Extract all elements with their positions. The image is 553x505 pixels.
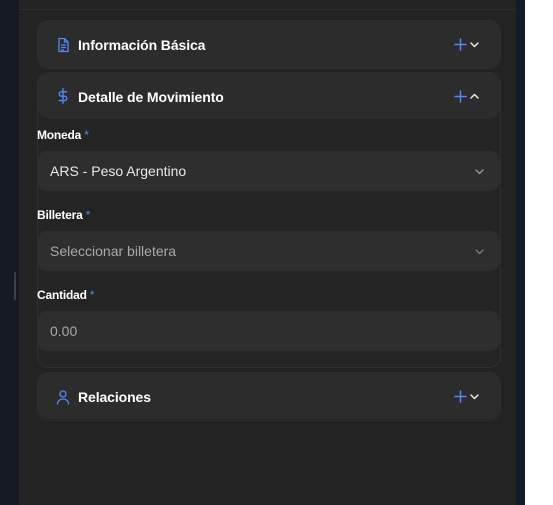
section-movement-detail: Detalle de Movimiento Moneda * ARS - Pes… (37, 72, 501, 368)
plus-icon[interactable] (454, 390, 467, 403)
section-basic-info-title: Información Básica (78, 37, 206, 53)
document-icon (58, 37, 69, 53)
wallet-select[interactable]: Seleccionar billetera (37, 231, 500, 271)
wallet-label: Billetera * (37, 208, 91, 222)
divider (19, 9, 516, 10)
dollar-icon (58, 88, 68, 104)
section-relations-title: Relaciones (78, 389, 151, 405)
plus-icon[interactable] (454, 38, 467, 51)
chevron-down-icon (475, 249, 484, 255)
currency-select-value: ARS - Peso Argentino (50, 163, 187, 179)
chevron-down-icon[interactable] (469, 391, 480, 402)
currency-label: Moneda * (37, 128, 89, 142)
left-sidebar-edge (0, 0, 19, 505)
amount-label: Cantidad * (37, 288, 95, 302)
section-basic-info: Información Básica (37, 20, 501, 69)
chevron-down-icon (475, 169, 484, 175)
user-icon (56, 390, 70, 405)
chevron-up-icon[interactable] (469, 91, 480, 102)
section-relations-header[interactable]: Relaciones (38, 373, 500, 419)
resize-handle[interactable] (14, 272, 16, 300)
plus-icon[interactable] (454, 90, 467, 103)
right-edge (516, 0, 525, 505)
required-mark: * (84, 128, 89, 142)
chevron-down-icon[interactable] (469, 39, 480, 50)
form-panel: Información Básica Detalle de Movimiento (19, 0, 516, 505)
amount-input[interactable]: 0.00 (37, 311, 500, 351)
section-relations: Relaciones (37, 372, 501, 421)
section-basic-info-header[interactable]: Información Básica (38, 21, 500, 68)
required-mark: * (85, 208, 91, 222)
wallet-select-placeholder: Seleccionar billetera (50, 243, 177, 259)
amount-input-placeholder: 0.00 (50, 323, 78, 339)
required-mark: * (89, 288, 95, 302)
section-movement-title: Detalle de Movimiento (78, 89, 224, 105)
section-movement-header[interactable]: Detalle de Movimiento (38, 73, 500, 119)
currency-select[interactable]: ARS - Peso Argentino (37, 151, 500, 191)
